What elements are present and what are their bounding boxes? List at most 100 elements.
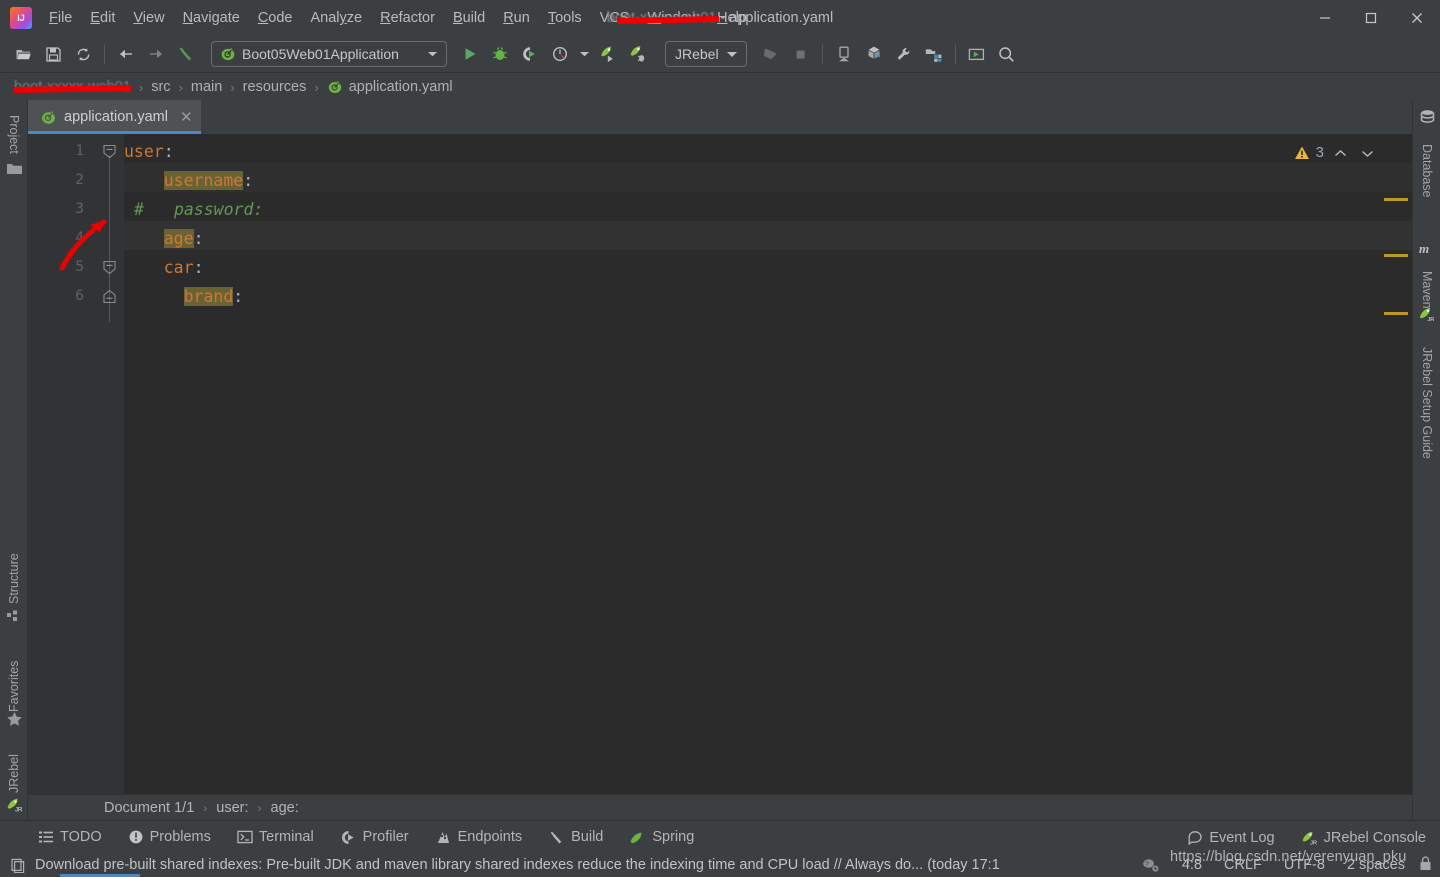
inspection-widget[interactable]: 3 (1294, 144, 1378, 161)
build-hammer-icon (550, 831, 562, 843)
menu-item-refactor[interactable]: Refactor (371, 6, 444, 30)
breadcrumb-item-src[interactable]: src (151, 79, 170, 95)
menu-item-analyze[interactable]: Analyze (302, 6, 372, 30)
code-line[interactable]: user: (124, 137, 174, 166)
breadcrumb-item-file[interactable]: application.yaml (349, 79, 453, 95)
previous-problem-icon[interactable] (1330, 146, 1351, 160)
lock-icon[interactable] (1419, 855, 1432, 875)
bottom-item-terminal[interactable]: Terminal (237, 829, 314, 845)
settings-gear-icon[interactable] (890, 40, 918, 68)
tab-label: application.yaml (64, 109, 168, 125)
jrebel-icon[interactable]: JR (5, 795, 23, 813)
menu-item-view[interactable]: View (124, 6, 173, 30)
forward-arrow-icon[interactable] (142, 40, 170, 68)
run-configuration-selector[interactable]: Boot05Web01Application (211, 41, 447, 67)
build-hammer-icon[interactable] (172, 40, 200, 68)
minimize-button[interactable] (1302, 0, 1348, 36)
breadcrumb-separator: › (203, 800, 208, 815)
menu-item-run[interactable]: Run (494, 6, 539, 30)
update-application-icon[interactable] (757, 40, 785, 68)
run-button[interactable] (456, 40, 484, 68)
code-editor[interactable]: 1 2 3 4 5 6 user: username: # password: age: ca… (28, 134, 1412, 794)
notification-icon[interactable] (10, 857, 26, 873)
menu-item-vcs[interactable]: VCS (591, 6, 639, 30)
overview-marker[interactable] (1384, 198, 1408, 201)
left-tool-window-bar: Project Structure Favorites JRebel JR (0, 100, 28, 820)
breadcrumb-project-redacted[interactable]: boot-xxxxx-web01 (13, 78, 131, 96)
menu-item-tools[interactable]: Tools (539, 6, 591, 30)
doc-crumb-user[interactable]: user: (216, 800, 248, 816)
menu-item-help[interactable]: Help (708, 6, 756, 30)
doc-crumb-age[interactable]: age: (271, 800, 299, 816)
next-problem-icon[interactable] (1357, 146, 1378, 160)
menu-item-window[interactable]: Window (639, 6, 709, 30)
breadcrumb-item-main[interactable]: main (191, 79, 222, 95)
project-structure-icon[interactable] (920, 40, 948, 68)
code-line[interactable]: username: (124, 166, 253, 195)
publish-icon[interactable] (860, 40, 888, 68)
terminal-icon[interactable] (963, 40, 991, 68)
stop-icon[interactable] (787, 40, 815, 68)
star-icon[interactable] (5, 710, 23, 728)
profiler-button[interactable] (546, 40, 574, 68)
endpoints-icon (437, 831, 449, 843)
close-button[interactable] (1394, 0, 1440, 36)
device-manager-icon[interactable] (830, 40, 858, 68)
breadcrumb-item-resources[interactable]: resources (243, 79, 307, 95)
code-line[interactable]: age: (124, 224, 204, 253)
close-icon[interactable]: ✕ (180, 110, 193, 125)
folder-icon[interactable] (5, 160, 23, 178)
menu-item-navigate[interactable]: Navigate (174, 6, 249, 30)
bottom-item-event-log[interactable]: Event Log (1187, 829, 1275, 846)
menu-item-file[interactable]: File (40, 6, 81, 30)
spring-boot-icon (42, 110, 55, 124)
tab-application-yaml[interactable]: application.yaml ✕ (28, 100, 201, 134)
open-project-icon[interactable] (9, 40, 37, 68)
bottom-item-jrebel-console[interactable]: JR JRebel Console (1301, 829, 1426, 846)
jrebel-run-button[interactable] (594, 40, 622, 68)
comment-text: password: (173, 200, 264, 219)
jrebel-debug-button[interactable] (624, 40, 652, 68)
status-message[interactable]: Download pre-built shared indexes: Pre-b… (35, 857, 1000, 873)
jrebel-selector[interactable]: JRebel (665, 41, 747, 67)
sidebar-item-jrebel-setup-guide[interactable]: JRebel Setup Guide (1413, 328, 1440, 478)
jrebel-icon[interactable]: JR (1418, 305, 1436, 323)
bottom-item-problems[interactable]: Problems (128, 829, 211, 845)
spring-boot-icon (328, 80, 341, 93)
sync-icon[interactable] (69, 40, 97, 68)
save-all-icon[interactable] (39, 40, 67, 68)
menu-item-build[interactable]: Build (444, 6, 494, 30)
bottom-item-spring[interactable]: Spring (629, 829, 694, 846)
search-everywhere-icon[interactable] (993, 40, 1021, 68)
code-line[interactable]: car: (124, 253, 204, 282)
back-arrow-icon[interactable] (112, 40, 140, 68)
bottom-item-todo[interactable]: TODO (38, 829, 102, 845)
fold-gutter[interactable] (96, 134, 124, 794)
maven-m-icon[interactable]: m (1418, 240, 1436, 258)
maximize-button[interactable] (1348, 0, 1394, 36)
database-icon[interactable] (1418, 108, 1436, 126)
bottom-item-label: Event Log (1209, 829, 1275, 846)
menu-item-code[interactable]: Code (249, 6, 302, 30)
bottom-item-build[interactable]: Build (548, 829, 603, 846)
sidebar-item-project[interactable]: Project (0, 102, 28, 166)
run-dropdown-icon[interactable] (576, 40, 592, 68)
menu-item-edit[interactable]: Edit (81, 6, 124, 30)
inspection-level-icon[interactable]: ? (1141, 857, 1160, 873)
overview-marker[interactable] (1384, 312, 1408, 315)
structure-icon[interactable] (5, 608, 23, 626)
debug-button[interactable] (486, 40, 514, 68)
run-with-coverage-button[interactable] (516, 40, 544, 68)
fold-marker-line-5[interactable] (102, 260, 117, 275)
sidebar-item-database[interactable]: Database (1413, 132, 1440, 210)
sidebar-item-structure[interactable]: Structure (0, 540, 28, 618)
bottom-item-endpoints[interactable]: Endpoints (435, 829, 522, 846)
code-line[interactable]: brand: (124, 282, 243, 311)
code-line[interactable]: # password: (124, 195, 263, 224)
fold-end-marker-line-6[interactable] (102, 289, 117, 304)
fold-marker-line-1[interactable] (102, 144, 117, 159)
code-content[interactable]: user: username: # password: age: car: bran… (124, 134, 1412, 794)
overview-marker[interactable] (1384, 254, 1408, 257)
bottom-item-profiler[interactable]: Profiler (340, 829, 409, 846)
